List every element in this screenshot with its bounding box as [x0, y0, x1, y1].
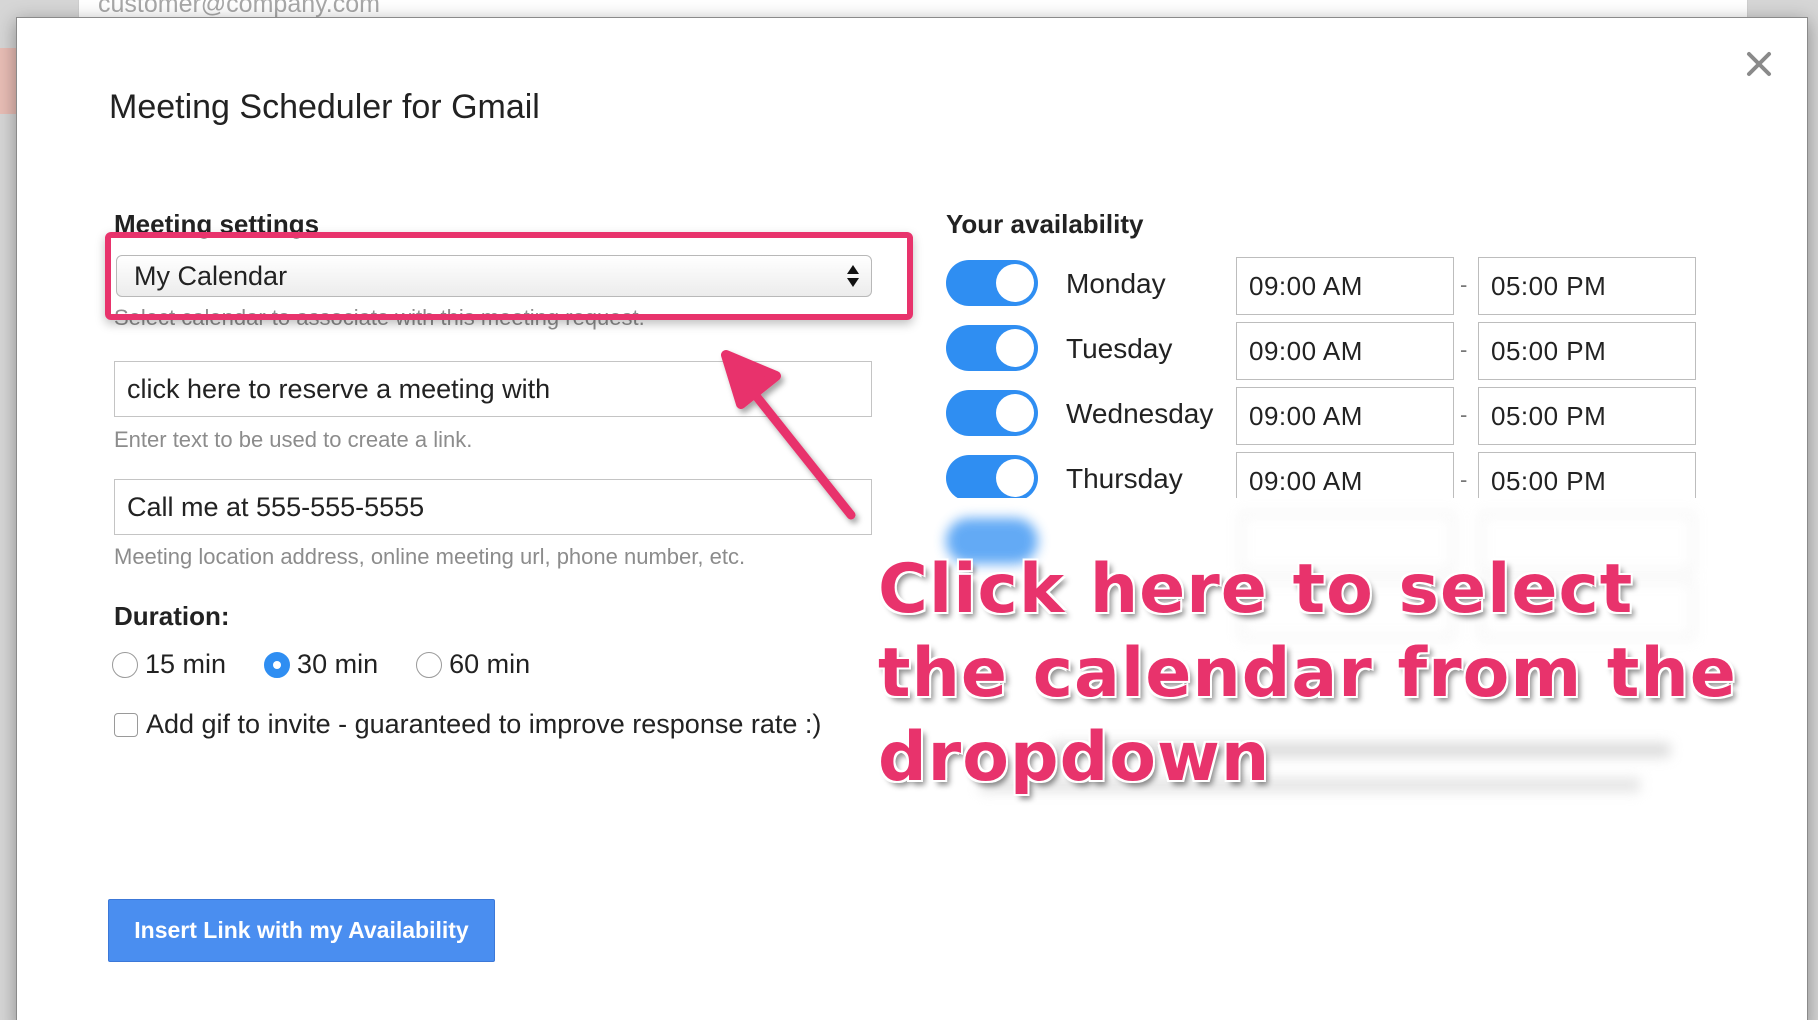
availability-row-monday: Monday 09:00 AM - 05:00 PM	[946, 257, 1696, 315]
toggle-knob	[996, 394, 1034, 432]
toggle-knob	[996, 264, 1034, 302]
location-input[interactable]	[114, 479, 872, 535]
day-toggle[interactable]	[946, 325, 1038, 371]
link-text-input[interactable]	[114, 361, 872, 417]
modal-title: Meeting Scheduler for Gmail	[109, 88, 540, 126]
start-time-input[interactable]: 09:00 AM	[1236, 322, 1454, 380]
toggle-knob	[996, 459, 1034, 497]
annotation-callout-text: Click here to select the calendar from t…	[878, 550, 1737, 797]
day-toggle[interactable]	[946, 390, 1038, 436]
duration-option-label: 15 min	[145, 649, 227, 679]
availability-row-tuesday: Tuesday 09:00 AM - 05:00 PM	[946, 322, 1696, 380]
end-time-input[interactable]: 05:00 PM	[1478, 322, 1696, 380]
time-separator: -	[1460, 467, 1468, 492]
location-helper: Meeting location address, online meeting…	[114, 544, 746, 569]
availability-heading: Your availability	[946, 209, 1144, 239]
gif-checkbox[interactable]	[114, 712, 138, 737]
time-separator: -	[1460, 402, 1468, 427]
start-time-input[interactable]: 09:00 AM	[1236, 452, 1454, 498]
duration-label: Duration:	[114, 601, 230, 631]
time-separator: -	[1460, 337, 1468, 362]
background-red-chip	[0, 48, 16, 114]
end-time-input[interactable]: 05:00 PM	[1478, 257, 1696, 315]
annotation-highlight-box	[105, 232, 913, 320]
end-time-input[interactable]: 05:00 PM	[1478, 452, 1696, 498]
radio-button[interactable]	[112, 651, 138, 678]
day-label: Monday	[1066, 268, 1166, 299]
duration-option-30[interactable]: 30 min	[264, 649, 378, 680]
start-time-input[interactable]: 09:00 AM	[1236, 387, 1454, 445]
availability-row-wednesday: Wednesday 09:00 AM - 05:00 PM	[946, 387, 1696, 445]
day-label: Wednesday	[1066, 398, 1214, 429]
radio-button[interactable]	[416, 651, 443, 678]
duration-option-60[interactable]: 60 min	[416, 649, 530, 680]
start-time-input[interactable]: 09:00 AM	[1236, 257, 1454, 315]
time-separator: -	[1460, 272, 1468, 297]
toggle-knob	[996, 329, 1034, 367]
duration-radio-group: 15 min 30 min 60 min	[112, 649, 568, 680]
gif-checkbox-label: Add gif to invite - guaranteed to improv…	[146, 709, 822, 739]
radio-button-selected[interactable]	[264, 651, 291, 678]
duration-option-label: 60 min	[449, 649, 531, 679]
availability-row-thursday: Thursday 09:00 AM - 05:00 PM	[946, 452, 1696, 498]
end-time-input[interactable]: 05:00 PM	[1478, 387, 1696, 445]
day-label: Thursday	[1066, 463, 1183, 494]
duration-option-label: 30 min	[297, 649, 379, 679]
day-label: Tuesday	[1066, 333, 1173, 364]
gif-checkbox-row[interactable]: Add gif to invite - guaranteed to improv…	[114, 709, 821, 740]
close-icon[interactable]	[1741, 46, 1777, 82]
day-toggle[interactable]	[946, 455, 1038, 498]
insert-link-button[interactable]: Insert Link with my Availability	[108, 899, 495, 962]
link-text-helper: Enter text to be used to create a link.	[114, 427, 473, 452]
day-toggle[interactable]	[946, 260, 1038, 306]
duration-option-15[interactable]: 15 min	[112, 649, 226, 680]
